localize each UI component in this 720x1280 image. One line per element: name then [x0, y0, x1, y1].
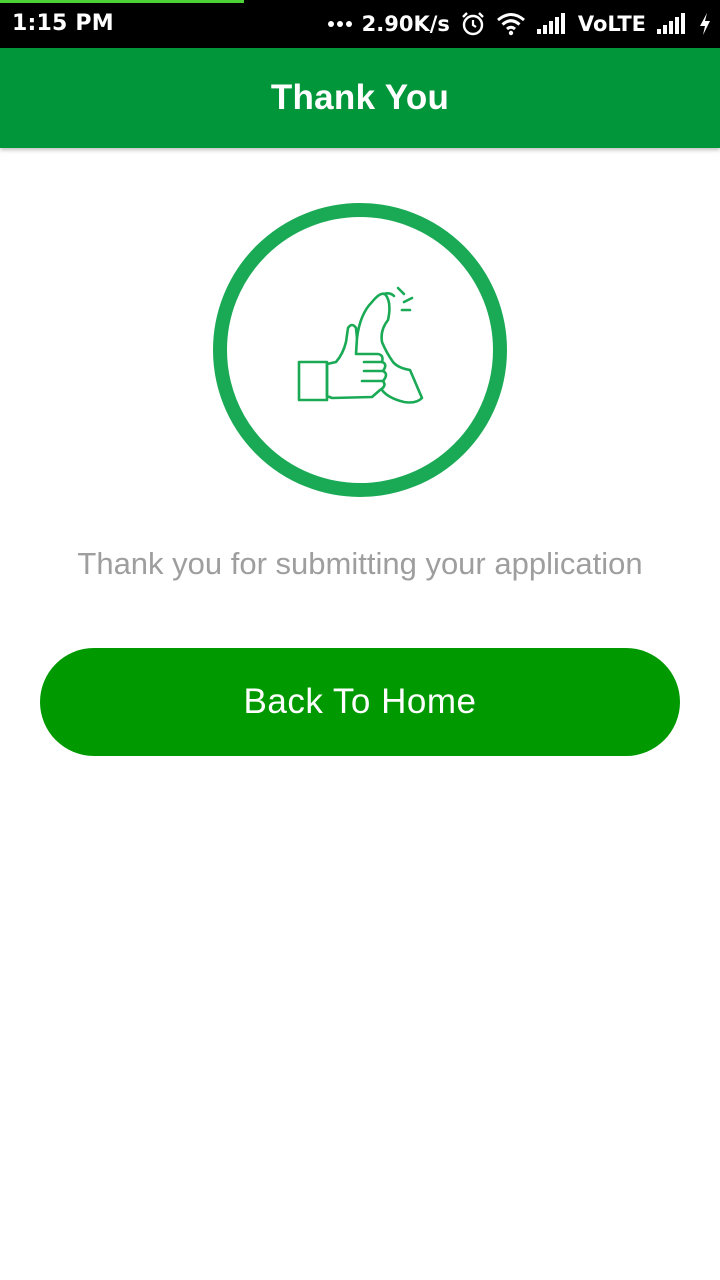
download-progress-bar [0, 0, 244, 3]
status-icons: 2.90K/s VoLTE [327, 8, 712, 40]
success-emblem [212, 202, 508, 498]
alarm-icon [460, 11, 486, 37]
back-to-home-button[interactable]: Back To Home [40, 648, 680, 756]
confirmation-message: Thank you for submitting your applicatio… [77, 546, 643, 581]
network-speed: 2.90K/s [361, 12, 450, 36]
app-bar: Thank You [0, 48, 720, 148]
network-type: VoLTE [577, 12, 646, 36]
status-time: 1:15 PM [12, 11, 114, 36]
status-bar: 1:15 PM 2.90K/s VoLTE [0, 0, 720, 48]
thumbs-up-icon [213, 203, 507, 497]
more-dots-icon [327, 19, 352, 29]
wifi-icon [496, 12, 526, 36]
signal-icon [536, 13, 568, 35]
charging-icon [698, 12, 712, 36]
page-title: Thank You [270, 78, 450, 117]
signal-icon-2 [656, 13, 688, 35]
